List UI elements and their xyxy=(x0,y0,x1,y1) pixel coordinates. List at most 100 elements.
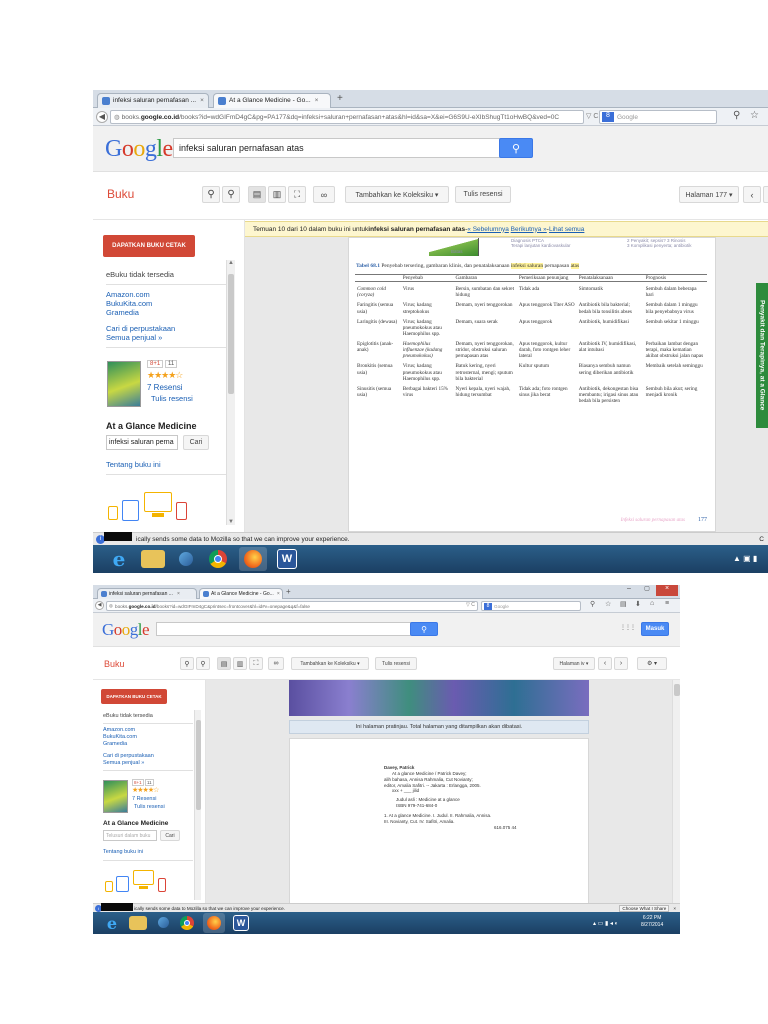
search-field[interactable]: 8 Google xyxy=(599,110,717,124)
internet-explorer-icon[interactable]: e xyxy=(107,547,131,571)
search-field[interactable]: 8 Google xyxy=(481,601,581,611)
store-link-gramedia[interactable]: Gramedia xyxy=(106,308,139,317)
google-search-button[interactable]: ⚲ xyxy=(410,622,438,636)
back-icon[interactable]: ◀ xyxy=(95,601,104,610)
write-review-link[interactable]: Tulis resensi xyxy=(151,394,193,403)
next-page-button[interactable]: › xyxy=(763,186,768,203)
google-search-input[interactable]: infeksi saluran pernafasan atas xyxy=(173,138,503,158)
book-cover-image[interactable] xyxy=(107,361,141,407)
previous-result-link[interactable]: « Sebelumnya xyxy=(467,226,509,233)
books-label[interactable]: Buku xyxy=(107,187,134,201)
scrollbar-thumb[interactable] xyxy=(674,684,680,696)
download-icon[interactable]: ⬇ xyxy=(635,600,641,608)
buy-print-book-button[interactable]: DAPATKAN BUKU CETAK xyxy=(101,689,167,704)
search-icon[interactable]: ⚲ xyxy=(590,600,595,608)
apps-grid-icon[interactable]: ⋮⋮⋮ xyxy=(620,624,636,631)
system-tray-icons[interactable]: ▴ ▭ ▮ ◂ ◐ xyxy=(593,920,618,927)
scrollbar-thumb[interactable] xyxy=(196,720,201,810)
fullscreen-button[interactable]: ⛶ xyxy=(249,657,263,670)
close-notification-icon[interactable]: × xyxy=(673,906,676,911)
write-review-button[interactable]: Tulis resensi xyxy=(455,186,511,203)
previous-page-button[interactable]: ‹ xyxy=(598,657,612,670)
search-in-book-button[interactable]: Cari xyxy=(160,830,180,841)
single-page-view-button[interactable]: ▤ xyxy=(248,186,266,203)
link-button[interactable]: ∞ xyxy=(268,657,284,670)
write-review-button[interactable]: Tulis resensi xyxy=(375,657,417,670)
google-search-button[interactable]: ⚲ xyxy=(499,138,533,158)
reading-list-icon[interactable]: ▤ xyxy=(620,600,627,608)
reader-scrollbar[interactable] xyxy=(672,680,680,905)
reload-icon[interactable]: ▽ C xyxy=(466,602,475,608)
page-select[interactable]: Halaman iv ▾ xyxy=(553,657,595,670)
reviews-link[interactable]: 7 Resensi xyxy=(132,796,156,802)
book-cover-image[interactable] xyxy=(103,780,128,813)
file-explorer-icon[interactable] xyxy=(129,916,147,930)
sidebar-scrollbar[interactable]: ▲ ▼ xyxy=(226,260,235,525)
back-icon[interactable]: ◀ xyxy=(96,111,108,123)
clock[interactable]: 6:22 PM 8/27/2014 xyxy=(641,915,663,928)
google-search-input[interactable] xyxy=(156,622,412,636)
scroll-up-icon[interactable]: ▲ xyxy=(228,260,234,266)
google-logo[interactable]: Google xyxy=(105,136,173,163)
all-sellers-link[interactable]: Semua penjual » xyxy=(106,333,162,342)
word-icon[interactable]: W xyxy=(277,549,297,569)
store-link-bukukita[interactable]: BukuKita.com xyxy=(103,734,137,740)
store-link-gramedia[interactable]: Gramedia xyxy=(103,741,127,747)
tab-infeksi[interactable]: infeksi saluran pernafasan ... × xyxy=(97,93,209,108)
chapter-tab[interactable]: Penyakit dan Terapinya, at a Glance xyxy=(756,283,768,428)
previous-page-button[interactable]: ‹ xyxy=(743,186,761,203)
media-player-icon[interactable] xyxy=(175,549,197,569)
bookmark-star-icon[interactable]: ☆ xyxy=(750,110,759,121)
about-book-link[interactable]: Tentang buku ini xyxy=(103,849,143,855)
url-field[interactable]: ◍ books. google.co.id/books?id=wdGIFmD4gC… xyxy=(106,601,478,611)
new-tab-button[interactable]: + xyxy=(286,587,291,596)
single-page-view-button[interactable]: ▤ xyxy=(217,657,231,670)
search-icon[interactable]: ⚲ xyxy=(733,110,740,121)
library-search-link[interactable]: Cari di perpustakaan xyxy=(103,753,154,759)
bookmark-star-icon[interactable]: ☆ xyxy=(605,600,611,608)
url-field[interactable]: ◍ books. google.co.id/books?id=wdGIFmD4gC… xyxy=(110,110,584,124)
home-icon[interactable]: ⌂ xyxy=(650,600,654,607)
firefox-icon[interactable] xyxy=(203,913,225,933)
add-to-collection-button[interactable]: Tambahkan ke Koleksiku ▾ xyxy=(291,657,369,670)
zoom-out-button[interactable]: ⚲ xyxy=(222,186,240,203)
minimize-icon[interactable]: – xyxy=(620,585,638,596)
next-page-button[interactable]: › xyxy=(614,657,628,670)
library-search-link[interactable]: Cari di perpustakaan xyxy=(106,324,175,333)
google-plus-button[interactable]: 8+1 xyxy=(132,779,144,786)
tab-at-a-glance[interactable]: At a Glance Medicine - Go... × xyxy=(199,588,283,600)
file-explorer-icon[interactable] xyxy=(141,550,165,568)
reload-icon[interactable]: ▽ C xyxy=(586,112,598,120)
sign-in-button[interactable]: Masuk xyxy=(641,622,669,636)
store-link-bukukita[interactable]: BukuKita.com xyxy=(106,299,152,308)
see-all-link[interactable]: Lihat semua xyxy=(549,226,584,233)
zoom-out-button[interactable]: ⚲ xyxy=(196,657,210,670)
zoom-in-button[interactable]: ⚲ xyxy=(180,657,194,670)
search-in-book-input[interactable]: Telusuri dalam buku xyxy=(103,830,157,841)
google-logo[interactable]: Google xyxy=(102,620,150,640)
close-tab-icon[interactable]: × xyxy=(177,591,180,597)
search-in-book-button[interactable]: Cari xyxy=(183,435,209,450)
add-to-collection-button[interactable]: Tambahkan ke Koleksiku ▾ xyxy=(345,186,449,203)
system-tray[interactable]: ▲ ▣ ▮ xyxy=(733,554,757,563)
all-sellers-link[interactable]: Semua penjual » xyxy=(103,760,144,766)
scrollbar-thumb[interactable] xyxy=(228,274,234,394)
link-button[interactable]: ∞ xyxy=(313,186,335,203)
choose-what-i-share-button[interactable]: Choose What I Share xyxy=(619,904,670,912)
two-page-view-button[interactable]: ▥ xyxy=(268,186,286,203)
buy-print-book-button[interactable]: DAPATKAN BUKU CETAK xyxy=(103,235,195,257)
write-review-link[interactable]: Tulis resensi xyxy=(134,804,165,810)
scroll-down-icon[interactable]: ▼ xyxy=(228,519,234,525)
zoom-in-button[interactable]: ⚲ xyxy=(202,186,220,203)
internet-explorer-icon[interactable]: e xyxy=(103,914,121,933)
firefox-icon[interactable] xyxy=(239,547,267,571)
fullscreen-button[interactable]: ⛶ xyxy=(288,186,306,203)
word-icon[interactable]: W xyxy=(233,915,249,931)
google-plus-button[interactable]: 8+1 xyxy=(147,360,164,368)
reviews-link[interactable]: 7 Resensi xyxy=(147,383,183,392)
tab-infeksi[interactable]: infeksi saluran pernafasan ... × xyxy=(97,588,197,600)
close-window-icon[interactable]: × xyxy=(656,585,678,596)
settings-button[interactable]: ⚙ ▾ xyxy=(637,657,667,670)
two-page-view-button[interactable]: ▥ xyxy=(233,657,247,670)
maximize-icon[interactable]: ▢ xyxy=(638,585,656,596)
